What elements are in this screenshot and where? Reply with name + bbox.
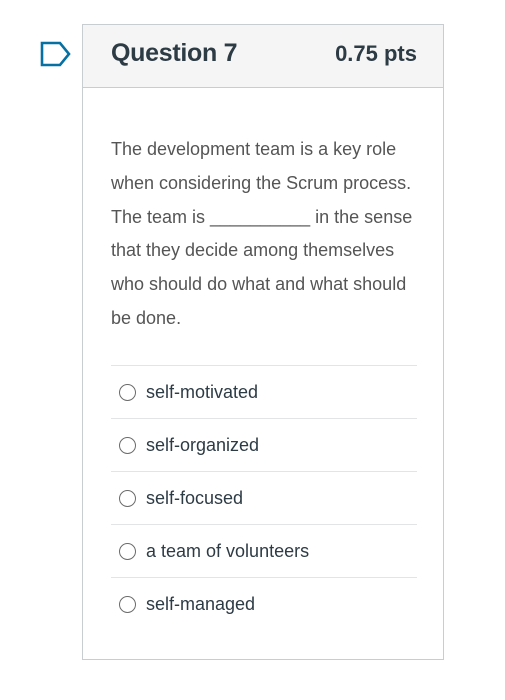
answer-option[interactable]: self-organized — [111, 418, 417, 471]
radio-button[interactable] — [119, 436, 136, 454]
radio-button[interactable] — [119, 595, 136, 613]
radio-button[interactable] — [119, 489, 136, 507]
answer-list: self-motivated self-organized self-focus… — [111, 365, 417, 630]
radio-button[interactable] — [119, 383, 136, 401]
answer-option[interactable]: self-motivated — [111, 365, 417, 418]
answer-label[interactable]: self-organized — [146, 435, 259, 456]
question-points: 0.75 pts — [335, 41, 417, 66]
question-text: The development team is a key role when … — [111, 139, 413, 328]
question-title: Question 7 — [111, 39, 238, 67]
question-card: Question 7 0.75 pts The development team… — [82, 24, 444, 660]
radio-button[interactable] — [119, 542, 136, 560]
question-header: Question 7 0.75 pts — [83, 25, 443, 88]
answer-option[interactable]: a team of volunteers — [111, 524, 417, 577]
answer-label[interactable]: a team of volunteers — [146, 541, 309, 562]
answer-option[interactable]: self-managed — [111, 577, 417, 630]
answer-label[interactable]: self-managed — [146, 594, 255, 615]
bookmark-flag-icon[interactable] — [40, 41, 72, 67]
answer-option[interactable]: self-focused — [111, 471, 417, 524]
answer-label[interactable]: self-focused — [146, 488, 243, 509]
answer-label[interactable]: self-motivated — [146, 382, 258, 403]
